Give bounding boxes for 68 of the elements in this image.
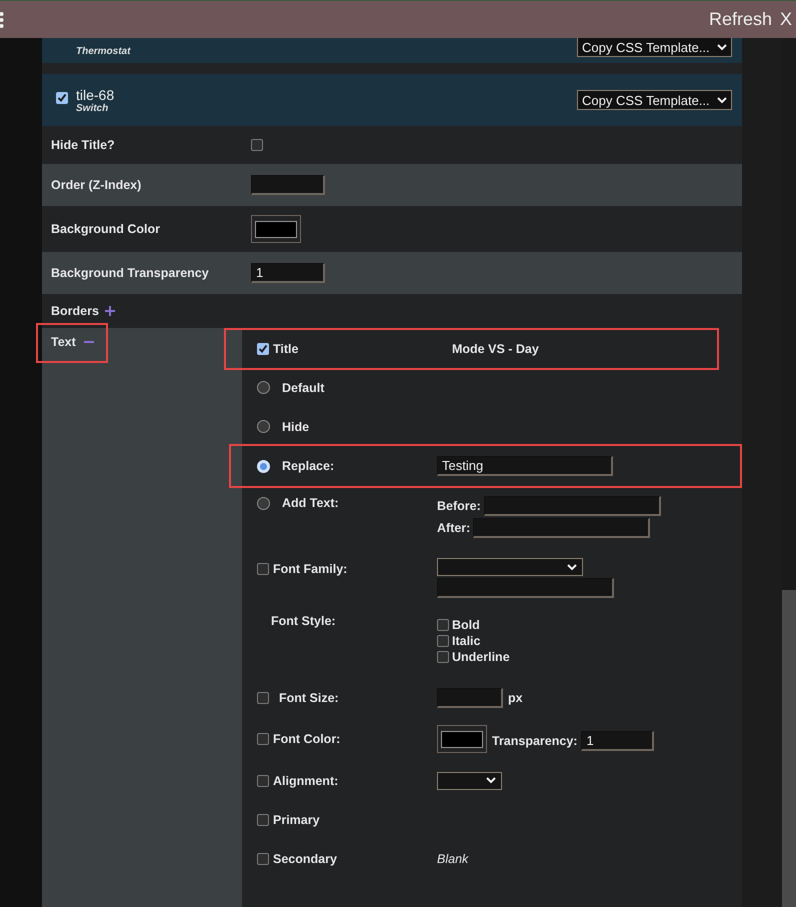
option-label: Default bbox=[282, 380, 324, 394]
unit-label: px bbox=[508, 690, 523, 704]
color-swatch[interactable] bbox=[251, 215, 301, 243]
toolbar-button[interactable]: Refresh bbox=[708, 9, 772, 30]
checkbox[interactable] bbox=[437, 635, 449, 647]
checkbox[interactable] bbox=[437, 651, 449, 663]
checkbox[interactable] bbox=[257, 692, 269, 704]
tile-type: Switch bbox=[76, 102, 110, 114]
tile-type: Thermostat bbox=[76, 46, 130, 57]
text-input[interactable] bbox=[484, 496, 661, 516]
option-label: Italic bbox=[452, 634, 480, 648]
text-input[interactable]: Testing bbox=[437, 456, 613, 476]
field-label: Before: bbox=[437, 499, 481, 513]
setting-label: Background Transparency bbox=[51, 266, 210, 280]
option-label: Font Family: bbox=[273, 562, 348, 576]
option-label: Underline bbox=[452, 650, 510, 664]
option-label: Title bbox=[273, 342, 298, 356]
radio-button[interactable] bbox=[257, 381, 270, 394]
option-label: Bold bbox=[452, 618, 480, 632]
checkbox[interactable] bbox=[257, 814, 269, 826]
checkbox[interactable] bbox=[257, 563, 269, 575]
text-input[interactable] bbox=[437, 688, 503, 708]
section-label: Text bbox=[51, 335, 76, 349]
option-label: Font Color: bbox=[273, 732, 340, 746]
template-dropdown[interactable]: Copy CSS Template... bbox=[577, 38, 732, 57]
checkbox[interactable] bbox=[251, 139, 263, 151]
setting-label: Hide Title? bbox=[51, 138, 116, 152]
field-label: After: bbox=[437, 521, 470, 535]
menu-icon[interactable] bbox=[0, 10, 5, 28]
chevron-down-icon bbox=[717, 44, 727, 50]
field-label: Transparency: bbox=[492, 734, 578, 748]
radio-button[interactable] bbox=[257, 496, 270, 510]
plus-icon[interactable] bbox=[104, 306, 115, 316]
radio-button[interactable] bbox=[257, 420, 270, 433]
toolbar-button[interactable]: X bbox=[780, 9, 792, 30]
tile-name: tile-68 bbox=[76, 86, 114, 102]
option-label: Add Text: bbox=[282, 496, 339, 510]
color-swatch[interactable] bbox=[437, 725, 487, 753]
checkbox[interactable] bbox=[437, 619, 449, 631]
text-input[interactable] bbox=[251, 175, 325, 195]
text-input[interactable] bbox=[437, 578, 614, 598]
text-input[interactable] bbox=[473, 518, 650, 538]
checkbox[interactable] bbox=[257, 343, 269, 355]
title-value: Mode VS - Day bbox=[452, 342, 539, 356]
chevron-down-icon bbox=[717, 96, 727, 104]
setting-label: Background Color bbox=[51, 222, 162, 236]
option-label: Replace: bbox=[282, 459, 334, 473]
alignment-dropdown[interactable] bbox=[437, 772, 502, 790]
template-dropdown[interactable]: Copy CSS Template... bbox=[577, 90, 732, 110]
scrollbar-thumb[interactable] bbox=[782, 590, 796, 907]
checkbox[interactable] bbox=[257, 774, 269, 786]
value-text: Blank bbox=[437, 852, 468, 866]
option-label: Font Size: bbox=[279, 690, 339, 704]
option-label: Hide bbox=[282, 420, 310, 434]
setting-label: Borders bbox=[51, 304, 99, 318]
option-label: Alignment: bbox=[273, 774, 338, 788]
option-label: Secondary bbox=[273, 852, 337, 866]
text-input[interactable]: 1 bbox=[581, 731, 654, 751]
checkbox[interactable] bbox=[56, 92, 68, 104]
option-label: Primary bbox=[273, 812, 320, 826]
chevron-down-icon bbox=[486, 777, 496, 784]
setting-label: Order (Z-Index) bbox=[51, 178, 142, 192]
checkbox[interactable] bbox=[257, 733, 269, 745]
checkbox[interactable] bbox=[257, 852, 269, 864]
font-dropdown[interactable] bbox=[437, 558, 583, 576]
option-label: Font Style: bbox=[271, 614, 336, 628]
chevron-down-icon bbox=[567, 564, 577, 570]
text-input[interactable]: 1 bbox=[251, 263, 325, 283]
